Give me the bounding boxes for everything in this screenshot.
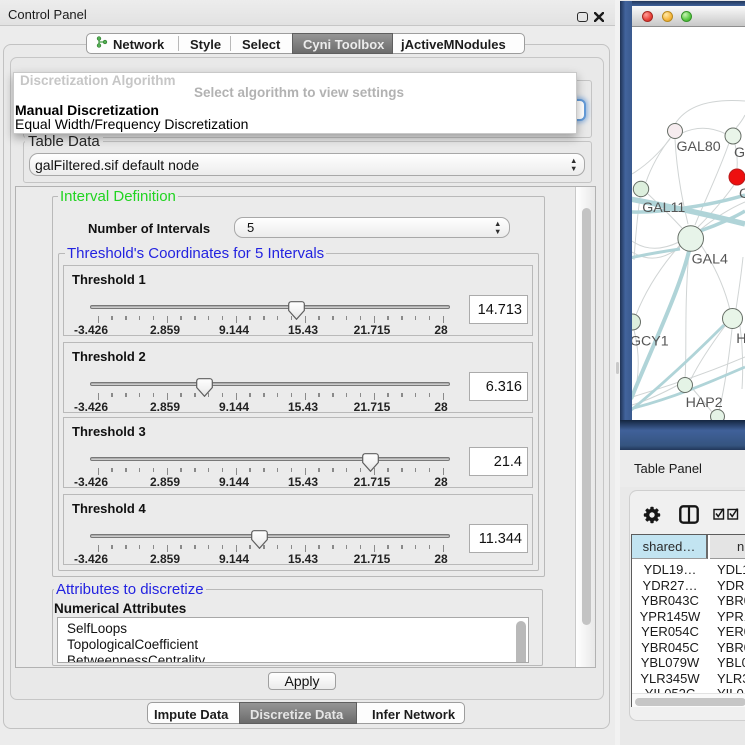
svg-text:GA: GA xyxy=(734,145,745,161)
svg-text:GAL11: GAL11 xyxy=(642,200,685,216)
svg-text:HAP2: HAP2 xyxy=(686,395,723,411)
svg-text:H: H xyxy=(736,331,745,347)
svg-text:C: C xyxy=(739,186,745,202)
svg-text:GAL4: GAL4 xyxy=(692,252,728,268)
svg-text:GCY1: GCY1 xyxy=(632,334,669,350)
svg-text:GAL80: GAL80 xyxy=(677,139,721,155)
